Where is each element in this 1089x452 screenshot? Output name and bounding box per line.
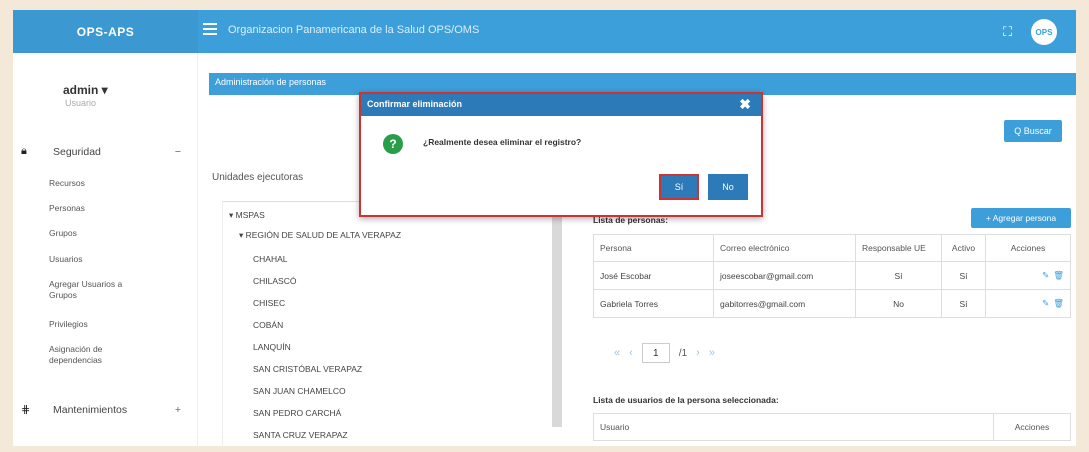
sidebar-item-personas[interactable]: Personas <box>49 203 169 214</box>
tree-node[interactable]: SAN CRISTÓBAL VERAPAZ <box>253 364 362 374</box>
person-name: Gabriela Torres <box>593 289 714 318</box>
column-header: Acciones <box>993 413 1071 441</box>
user-role: Usuario <box>65 98 97 108</box>
page-input[interactable]: 1 <box>641 343 670 363</box>
app-frame: OPS-APS Organizacion Panamericana de la … <box>13 10 1076 446</box>
tree-node-region[interactable]: ▾ REGIÓN DE SALUD DE ALTA VERAPAZ <box>239 230 401 241</box>
confirm-delete-dialog: Confirmar eliminación ✖ ? ¿Realmente des… <box>359 92 763 217</box>
sidebar: admin ▾ Usuario 🔒︎ Seguridad − Recursos … <box>13 53 198 446</box>
next-page-button[interactable]: › <box>696 347 700 359</box>
sidebar-item-privilegios[interactable]: Privilegios <box>49 319 169 330</box>
tree-node[interactable]: CHAHAL <box>253 254 287 264</box>
close-icon[interactable]: ✖ <box>739 96 751 113</box>
tree-node[interactable]: CHISEC <box>253 298 285 308</box>
dialog-header: Confirmar eliminación ✖ <box>361 94 761 116</box>
sidebar-item-agregar-usuarios[interactable]: Agregar Usuarios a Grupos <box>49 279 149 301</box>
column-header: Correo electrónico <box>713 234 856 262</box>
page-total: /1 <box>678 347 688 359</box>
fullscreen-icon[interactable]: ⛶ <box>1003 24 1012 40</box>
column-header: Persona <box>593 234 714 262</box>
brand-logo[interactable]: OPS-APS <box>13 10 198 53</box>
expand-icon[interactable]: + <box>175 404 181 416</box>
hamburger-menu-icon[interactable] <box>203 23 217 37</box>
dialog-message: ¿Realmente desea eliminar el registro? <box>423 137 582 147</box>
trash-icon[interactable]: 🗑︎ <box>1053 270 1064 280</box>
prev-page-button[interactable]: ‹ <box>629 347 633 359</box>
collapse-icon[interactable]: − <box>175 146 181 158</box>
tree-node[interactable]: SAN PEDRO CARCHÁ <box>253 408 341 418</box>
column-header: Usuario <box>593 413 994 441</box>
question-icon: ? <box>383 134 403 154</box>
table-header-row: Persona Correo electrónico Responsable U… <box>593 234 1071 262</box>
nav-security[interactable]: 🔒︎ Seguridad − <box>21 145 181 158</box>
nav-maintenance-label: Mantenimientos <box>53 403 128 416</box>
sidebar-item-grupos[interactable]: Grupos <box>49 228 169 239</box>
nav-maintenance[interactable]: ⋕ Mantenimientos + <box>21 403 181 417</box>
persons-table: Persona Correo electrónico Responsable U… <box>593 234 1071 318</box>
person-email: gabitorres@gmail.com <box>713 289 856 318</box>
person-active: Sí <box>941 289 986 318</box>
tree-node[interactable]: SANTA CRUZ VERAPAZ <box>253 430 348 440</box>
users-table: Usuario Acciones <box>593 413 1071 441</box>
pagination: « ‹ 1 /1 › » <box>614 343 724 363</box>
top-bar: OPS-APS Organizacion Panamericana de la … <box>13 10 1076 53</box>
row-actions: ✎ 🗑︎ <box>985 261 1071 290</box>
units-label: Unidades ejecutoras <box>212 172 304 183</box>
table-header-row: Usuario Acciones <box>593 413 1071 441</box>
tree-node[interactable]: LANQUÍN <box>253 342 291 352</box>
tree-node[interactable]: CHILASCÓ <box>253 276 296 286</box>
search-button[interactable]: Q Buscar <box>1004 120 1062 142</box>
column-header: Responsable UE <box>855 234 942 262</box>
sidebar-item-recursos[interactable]: Recursos <box>49 178 169 189</box>
column-header: Acciones <box>985 234 1071 262</box>
confirm-yes-button[interactable]: Sí <box>659 174 699 200</box>
column-header: Activo <box>941 234 986 262</box>
sidebar-item-asignacion[interactable]: Asignación de dependencias <box>49 344 129 366</box>
confirm-no-button[interactable]: No <box>708 174 748 200</box>
tree-scrollbar[interactable] <box>552 212 562 427</box>
tree-node[interactable]: COBÁN <box>253 320 283 330</box>
first-page-button[interactable]: « <box>614 347 620 359</box>
sidebar-item-usuarios[interactable]: Usuarios <box>49 254 169 265</box>
person-responsible: Sí <box>855 261 942 290</box>
user-menu[interactable]: admin ▾ <box>63 83 108 97</box>
nav-security-label: Seguridad <box>53 145 101 158</box>
users-list-title: Lista de usuarios de la persona seleccio… <box>593 395 779 405</box>
add-person-button[interactable]: + Agregar persona <box>971 208 1071 228</box>
edit-icon[interactable]: ✎ <box>1042 298 1049 308</box>
dialog-title: Confirmar eliminación <box>367 99 463 109</box>
row-actions: ✎ 🗑︎ <box>985 289 1071 318</box>
table-row[interactable]: Gabriela Torres gabitorres@gmail.com No … <box>593 289 1071 318</box>
grid-icon: ⋕ <box>21 404 31 416</box>
units-tree: ▾ MSPAS ▾ REGIÓN DE SALUD DE ALTA VERAPA… <box>222 201 567 446</box>
person-name: José Escobar <box>593 261 714 290</box>
org-title: Organizacion Panamericana de la Salud OP… <box>228 24 480 36</box>
user-avatar[interactable]: OPS <box>1031 19 1057 45</box>
tree-node-root[interactable]: ▾ MSPAS <box>229 210 265 221</box>
trash-icon[interactable]: 🗑︎ <box>1053 298 1064 308</box>
edit-icon[interactable]: ✎ <box>1042 270 1049 280</box>
last-page-button[interactable]: » <box>709 347 715 359</box>
table-row[interactable]: José Escobar joseescobar@gmail.com Sí Sí… <box>593 261 1071 290</box>
lock-icon: 🔒︎ <box>21 145 27 157</box>
person-email: joseescobar@gmail.com <box>713 261 856 290</box>
tree-node[interactable]: SAN JUAN CHAMELCO <box>253 386 346 396</box>
person-active: Sí <box>941 261 986 290</box>
person-responsible: No <box>855 289 942 318</box>
